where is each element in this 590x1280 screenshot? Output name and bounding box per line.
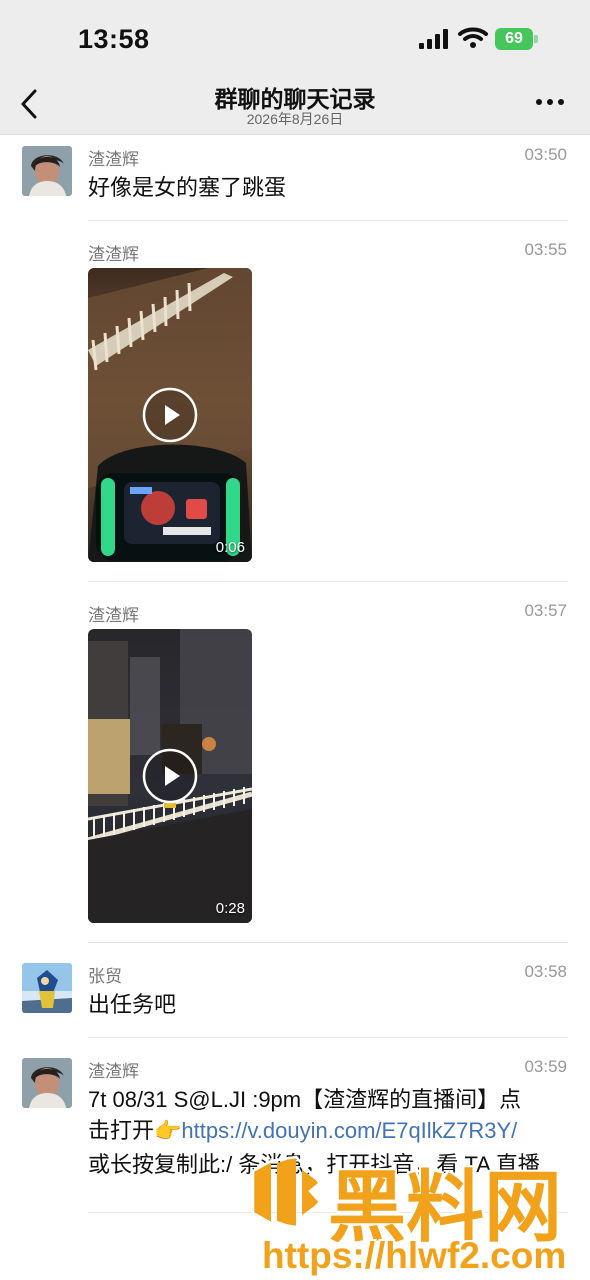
avatar-zhazhahui[interactable]: [22, 146, 72, 196]
message-time: 03:59: [524, 1057, 567, 1076]
watermark-url: https://hlwf2.com: [262, 1235, 567, 1276]
avatar-zhazhahui[interactable]: [22, 1058, 72, 1108]
message-sender: 张贸: [88, 967, 122, 986]
status-bar: 13:58 69: [0, 0, 590, 76]
more-icon[interactable]: [534, 93, 566, 111]
wifi-icon: [458, 27, 488, 48]
battery-tip: [534, 35, 538, 43]
message-divider: [88, 1037, 568, 1038]
play-icon[interactable]: [142, 748, 198, 804]
video-duration: 0:06: [215, 539, 245, 556]
signal-icon: [419, 29, 448, 49]
navigation-bar: 群聊的聊天记录 2026年8月26日: [0, 76, 590, 135]
chat-date: 2026年8月26日: [246, 111, 344, 127]
share-message-line-2[interactable]: 击打开👉https://v.douyin.com/E7qIlkZ7R3Y/: [88, 1115, 563, 1146]
message-sender: 渣渣辉: [88, 245, 139, 264]
message-time: 03:57: [524, 601, 567, 620]
avatar-zhangmao[interactable]: [22, 963, 72, 1013]
status-time: 13:58: [78, 24, 150, 54]
battery-level: 69: [495, 28, 533, 50]
watermark: 黑料网 https://hlwf2.com: [246, 1153, 581, 1278]
video-thumbnail[interactable]: 0:28: [88, 629, 252, 923]
message-sender: 渣渣辉: [88, 150, 139, 169]
message-time: 03:50: [524, 145, 567, 164]
douyin-link[interactable]: https://v.douyin.com/E7qIlkZ7R3Y/: [181, 1118, 517, 1143]
message-time: 03:55: [524, 240, 567, 259]
message-divider: [88, 942, 568, 943]
message-sender: 渣渣辉: [88, 606, 139, 625]
video-duration: 0:28: [215, 900, 245, 917]
back-icon[interactable]: [16, 88, 44, 120]
message-text[interactable]: 好像是女的塞了跳蛋: [88, 172, 558, 203]
battery-indicator: 69: [495, 28, 539, 50]
watermark-logo-icon: [251, 1155, 322, 1229]
play-icon[interactable]: [142, 387, 198, 443]
message-sender: 渣渣辉: [88, 1062, 139, 1081]
share-message-prefix: 击打开👉: [88, 1118, 182, 1143]
message-divider: [88, 581, 568, 582]
share-message-line-1[interactable]: 7t 08/31 S@L.JI :9pm【渣渣辉的直播间】点: [88, 1084, 563, 1115]
message-divider: [88, 220, 568, 221]
message-text[interactable]: 出任务吧: [88, 989, 558, 1020]
video-thumbnail[interactable]: 0:06: [88, 268, 252, 562]
message-time: 03:58: [524, 962, 567, 981]
